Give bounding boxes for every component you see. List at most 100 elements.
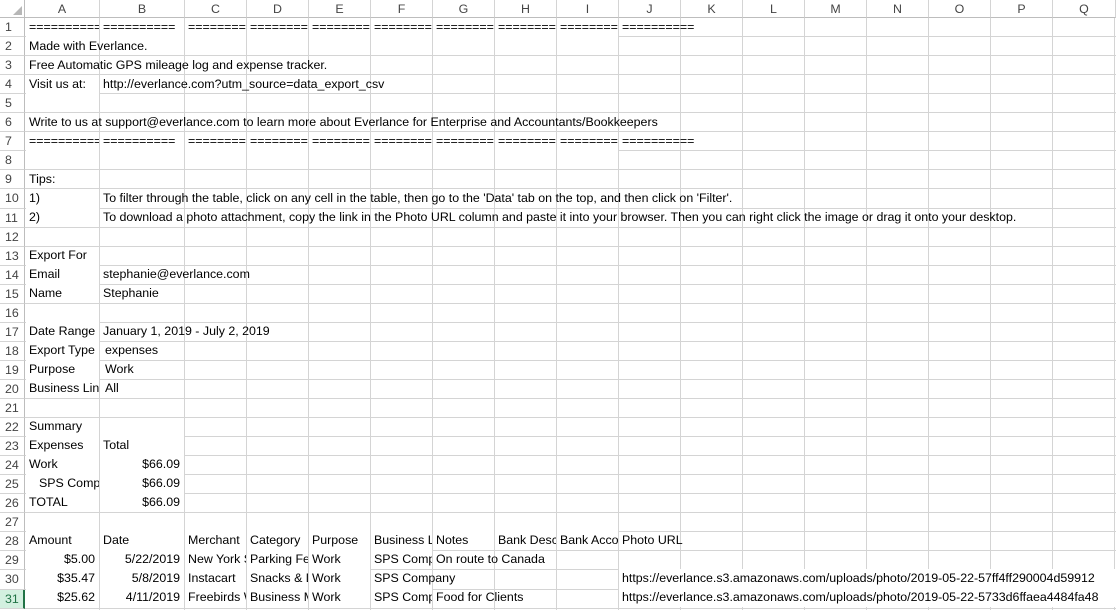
cell-h1[interactable]: ==========	[495, 18, 556, 37]
cell-b1[interactable]: ==========	[100, 18, 184, 37]
cell-c7[interactable]: ==========	[185, 132, 246, 151]
cell-b23[interactable]: Total	[100, 436, 184, 455]
cell-f1[interactable]: ==========	[371, 18, 432, 37]
row-header-17[interactable]: 17	[0, 322, 25, 342]
cell-e31[interactable]: Work	[309, 588, 370, 607]
row-header-4[interactable]: 4	[0, 75, 25, 95]
cell-a23[interactable]: Expenses	[26, 436, 99, 455]
column-header-g[interactable]: G	[433, 0, 495, 18]
cell-a22[interactable]: Summary	[26, 417, 99, 436]
cell-a19[interactable]: Purpose	[26, 360, 99, 379]
cell-g31[interactable]: Food for Clients	[433, 588, 563, 607]
cell-i7[interactable]: ==========	[557, 132, 618, 151]
row-header-21[interactable]: 21	[0, 399, 25, 419]
cell-c28[interactable]: Merchant	[185, 531, 246, 550]
cell-j30[interactable]: https://everlance.s3.amazonaws.com/uploa…	[619, 569, 1116, 588]
column-header-b[interactable]: B	[100, 0, 185, 18]
cell-a9[interactable]: Tips:	[26, 170, 99, 189]
cell-d7[interactable]: ==========	[247, 132, 308, 151]
cell-b26[interactable]: $66.09	[100, 493, 184, 512]
cell-a25[interactable]: SPS Company	[26, 474, 99, 493]
column-header-d[interactable]: D	[247, 0, 309, 18]
column-header-k[interactable]: K	[681, 0, 743, 18]
cell-b14[interactable]: stephanie@everlance.com	[100, 265, 400, 284]
column-header-n[interactable]: N	[867, 0, 929, 18]
cell-a6[interactable]: Write to us at support@everlance.com to …	[26, 113, 726, 132]
cell-a24[interactable]: Work	[26, 455, 99, 474]
cell-d29[interactable]: Parking Fees	[247, 550, 308, 569]
row-header-13[interactable]: 13	[0, 246, 25, 266]
cell-a3[interactable]: Free Automatic GPS mileage log and expen…	[26, 56, 426, 75]
spreadsheet-grid[interactable]: A B C D E F G H I J K L M N O P Q 123456…	[0, 0, 1116, 610]
cell-b10[interactable]: To filter through the table, click on an…	[100, 189, 1000, 208]
column-header-p[interactable]: P	[991, 0, 1053, 18]
cell-a7[interactable]: ==========	[26, 132, 99, 151]
cell-e28[interactable]: Purpose	[309, 531, 370, 550]
cell-a4[interactable]: Visit us at:	[26, 75, 99, 94]
cell-i1[interactable]: ==========	[557, 18, 618, 37]
cell-d31[interactable]: Business Meals	[247, 588, 308, 607]
cell-g29[interactable]: On route to Canada	[433, 550, 563, 569]
row-header-8[interactable]: 8	[0, 151, 25, 171]
cell-j31[interactable]: https://everlance.s3.amazonaws.com/uploa…	[619, 588, 1116, 607]
column-header-m[interactable]: M	[805, 0, 867, 18]
row-header-15[interactable]: 15	[0, 284, 25, 304]
cell-f28[interactable]: Business Line	[371, 531, 432, 550]
cell-b31[interactable]: 4/11/2019	[100, 588, 184, 607]
cell-d28[interactable]: Category	[247, 531, 308, 550]
column-header-q[interactable]: Q	[1053, 0, 1116, 18]
row-header-23[interactable]: 23	[0, 437, 25, 457]
cell-g7[interactable]: ==========	[433, 132, 494, 151]
column-header-c[interactable]: C	[185, 0, 247, 18]
cell-j28[interactable]: Photo URL	[619, 531, 683, 550]
row-header-29[interactable]: 29	[0, 551, 25, 571]
row-header-3[interactable]: 3	[0, 56, 25, 76]
column-header-h[interactable]: H	[495, 0, 557, 18]
cell-a11[interactable]: 2)	[26, 208, 99, 227]
row-header-14[interactable]: 14	[0, 265, 25, 285]
cell-f30[interactable]: SPS Company	[371, 569, 491, 588]
row-header-6[interactable]: 6	[0, 113, 25, 133]
cell-h28[interactable]: Bank Description	[495, 531, 556, 550]
cell-a13[interactable]: Export For	[26, 246, 99, 265]
cell-a14[interactable]: Email	[26, 265, 99, 284]
cell-a31[interactable]: $25.62	[26, 588, 99, 607]
cell-a17[interactable]: Date Range	[26, 322, 99, 341]
cell-j7[interactable]: ==========	[619, 132, 694, 151]
cell-b29[interactable]: 5/22/2019	[100, 550, 184, 569]
cell-b30[interactable]: 5/8/2019	[100, 569, 184, 588]
cell-e29[interactable]: Work	[309, 550, 370, 569]
column-header-l[interactable]: L	[743, 0, 805, 18]
cell-b20[interactable]: All	[102, 379, 302, 398]
cell-i28[interactable]: Bank Account	[557, 531, 618, 550]
cell-c31[interactable]: Freebirds World Burrito	[185, 588, 246, 607]
row-header-30[interactable]: 30	[0, 570, 25, 590]
cell-a30[interactable]: $35.47	[26, 569, 99, 588]
cell-e1[interactable]: ==========	[309, 18, 370, 37]
row-header-1[interactable]: 1	[0, 18, 25, 38]
row-header-26[interactable]: 26	[0, 494, 25, 514]
row-header-20[interactable]: 20	[0, 379, 25, 400]
cell-a18[interactable]: Export Type	[26, 341, 99, 360]
cell-a10[interactable]: 1)	[26, 189, 99, 208]
cell-b24[interactable]: $66.09	[100, 455, 184, 474]
cell-j1[interactable]: ==========	[619, 18, 694, 37]
row-header-25[interactable]: 25	[0, 475, 25, 495]
cell-c29[interactable]: New York State	[185, 550, 246, 569]
row-header-27[interactable]: 27	[0, 513, 25, 533]
cell-f7[interactable]: ==========	[371, 132, 432, 151]
row-header-12[interactable]: 12	[0, 227, 25, 247]
row-header-7[interactable]: 7	[0, 132, 25, 152]
cell-f29[interactable]: SPS Company	[371, 550, 432, 569]
cell-a2[interactable]: Made with Everlance.	[26, 37, 326, 56]
select-all-corner[interactable]	[0, 0, 25, 18]
cell-h7[interactable]: ==========	[495, 132, 556, 151]
column-header-e[interactable]: E	[309, 0, 371, 18]
row-header-9[interactable]: 9	[0, 170, 25, 190]
cell-d1[interactable]: ==========	[247, 18, 308, 37]
column-header-i[interactable]: I	[557, 0, 619, 18]
cell-e30[interactable]: Work	[309, 569, 370, 588]
row-header-5[interactable]: 5	[0, 94, 25, 114]
cell-b15[interactable]: Stephanie	[100, 284, 300, 303]
cell-b25[interactable]: $66.09	[100, 474, 184, 493]
